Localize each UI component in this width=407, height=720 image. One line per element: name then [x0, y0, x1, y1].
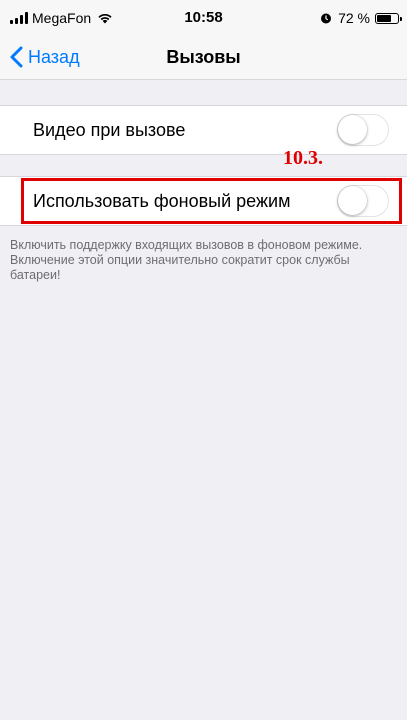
battery-cap: [400, 16, 402, 21]
highlight-box: [21, 178, 402, 224]
battery-percent: 72 %: [338, 10, 370, 26]
alarm-icon: [321, 13, 332, 24]
navigation-bar: Назад Вызовы: [0, 36, 407, 80]
battery-icon: [375, 12, 402, 24]
setting-row-video-call: Видео при вызове: [0, 105, 407, 155]
setting-label: Видео при вызове: [33, 120, 186, 140]
status-bar: MegaFon 10:58 72 %: [0, 0, 407, 36]
toggle-knob: [338, 115, 367, 144]
status-right: 72 %: [320, 10, 402, 26]
setting-description: Включить поддержку входящих вызовов в фо…: [10, 238, 363, 282]
battery-fill: [377, 14, 392, 22]
page-title: Вызовы: [166, 47, 241, 67]
annotation-label: 10.3.: [283, 147, 323, 169]
video-call-toggle[interactable]: [337, 114, 389, 146]
